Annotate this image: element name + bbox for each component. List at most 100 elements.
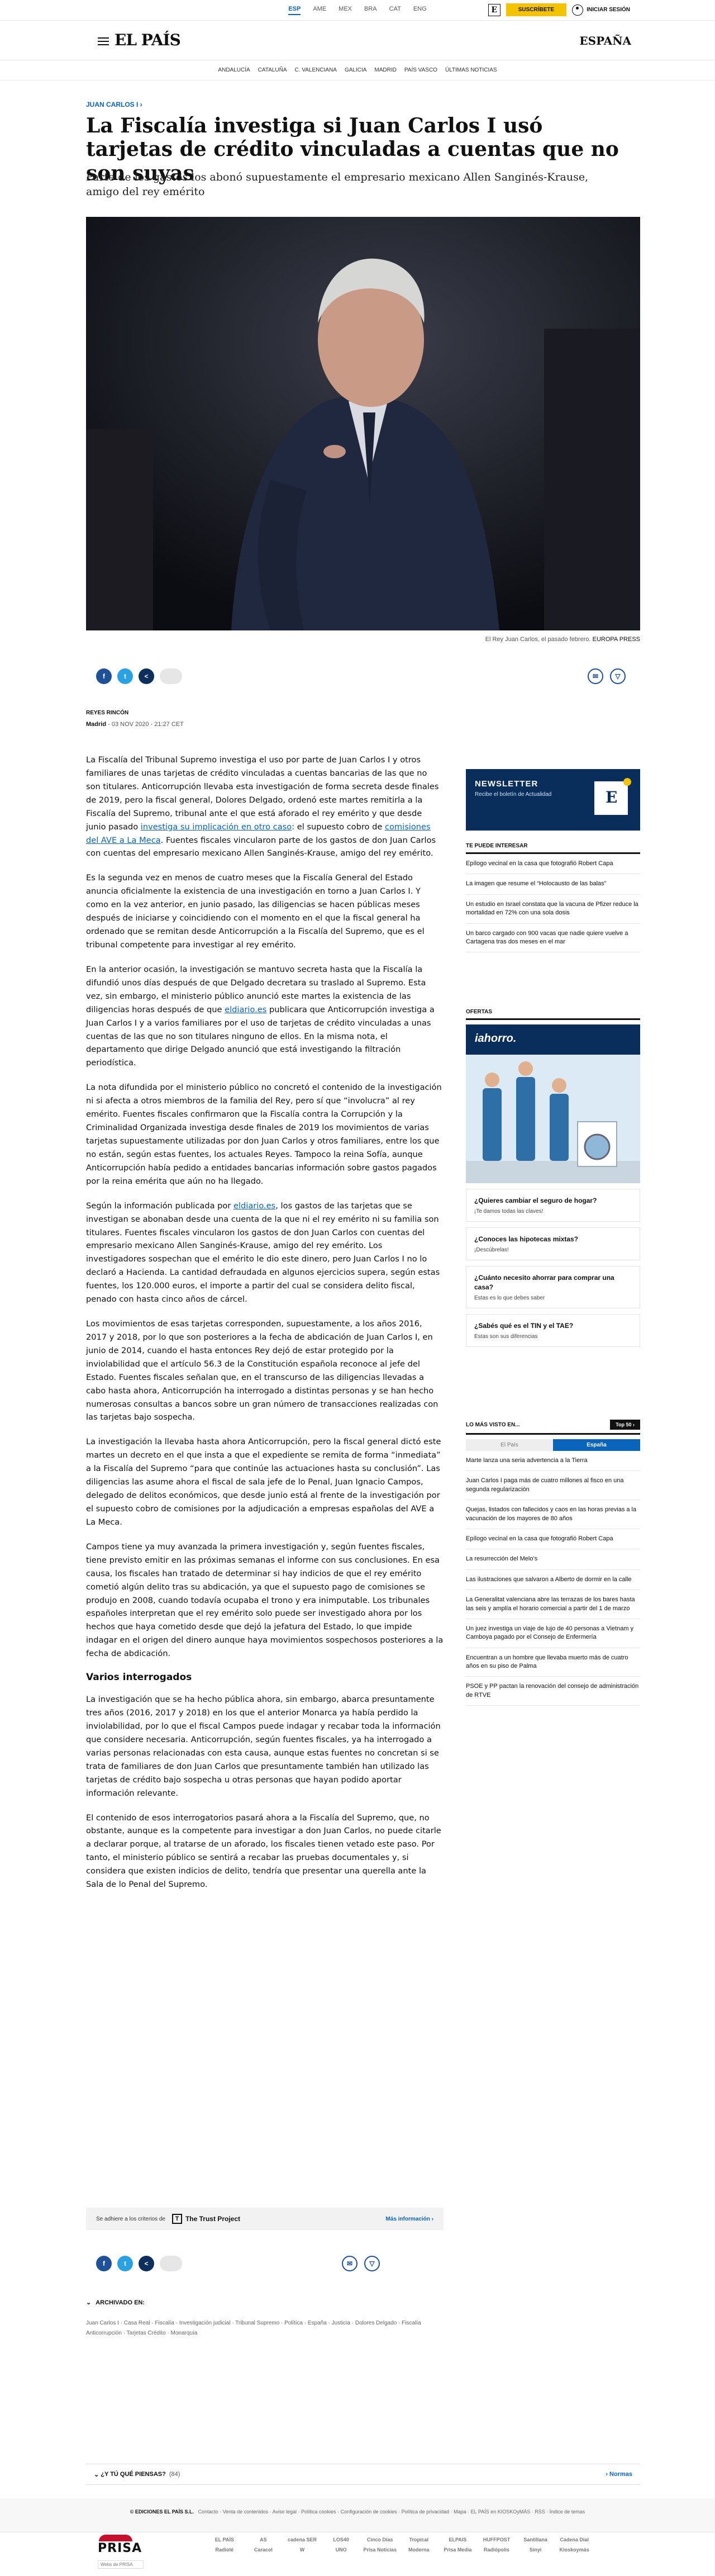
inline-link[interactable]: eldiario.es (225, 1005, 266, 1014)
inline-link[interactable]: investiga su implicación en otro caso (141, 822, 292, 832)
save-icon[interactable]: ▽ (610, 668, 626, 684)
brand-link[interactable]: W (284, 2547, 320, 2553)
region-link[interactable]: MADRID (374, 67, 396, 73)
chevron-down-icon[interactable]: ⌄ (94, 2471, 101, 2478)
footer-company: © EDICIONES EL PAÍS S.L. (130, 2509, 194, 2515)
related-item[interactable]: Un barco cargado con 900 vacas que nadie… (466, 924, 640, 953)
dateline: Madrid - 03 NOV 2020 - 21:27 CET (86, 721, 184, 728)
most-viewed-item[interactable]: Quejas, listados con fallecidos y caos e… (466, 1500, 640, 1529)
brand-link[interactable]: AS (246, 2537, 282, 2542)
chevron-down-icon[interactable]: ⌄ (86, 2299, 91, 2306)
offer-item[interactable]: ¿Cuánto necesito ahorrar para comprar un… (466, 1266, 640, 1308)
twitter-icon[interactable]: t (117, 668, 133, 684)
region-link[interactable]: C. VALENCIANA (295, 67, 337, 73)
e-logo-icon[interactable]: E (488, 3, 500, 16)
related-item[interactable]: Epílogo vecinal en la casa que fotografi… (466, 854, 640, 875)
most-viewed-item[interactable]: Un juez investiga un viaje de lujo de 40… (466, 1619, 640, 1648)
author-name[interactable]: REYES RINCÓN (86, 710, 128, 716)
most-viewed-heading: LO MÁS VISTO EN... (466, 1421, 520, 1428)
facebook-icon[interactable]: f (96, 668, 112, 684)
brand-link[interactable]: Radiolé (207, 2547, 242, 2553)
prisa-logo-icon (99, 2535, 132, 2541)
brand-link[interactable]: LOS40 (323, 2537, 359, 2542)
comments-bar[interactable]: ⌄ ¿Y TÚ QUÉ PIENSAS? (84) › Normas (86, 2464, 640, 2485)
region-link[interactable]: GALICIA (345, 67, 366, 73)
related-heading: TE PUEDE INTERESAR (466, 843, 640, 854)
most-viewed-item[interactable]: Marte lanza una seria advertencia a la T… (466, 1451, 640, 1472)
kicker[interactable]: JUAN CARLOS I › (86, 101, 142, 108)
most-viewed-item[interactable]: Encuentran a un hombre que llevaba muert… (466, 1648, 640, 1677)
edition-esp[interactable]: ESP (288, 6, 301, 15)
brand-link[interactable]: HUFFPOST (479, 2537, 514, 2542)
mail-icon[interactable]: ✉ (342, 2256, 358, 2271)
edition-cat[interactable]: CAT (389, 6, 401, 15)
share-icon[interactable]: < (139, 2256, 154, 2271)
region-link[interactable]: CATALUÑA (258, 67, 287, 73)
masthead: EL PAÍS ESPAÑA (0, 20, 715, 60)
comments-icon[interactable] (160, 2256, 182, 2271)
brand-link[interactable]: Santillana (518, 2537, 554, 2542)
edition-bra[interactable]: BRA (364, 6, 377, 15)
edition-mex[interactable]: MEX (339, 6, 352, 15)
prisa-sites-select[interactable]: Webs de PRISA (98, 2560, 144, 2569)
share-bar-bottom: f t < ✉ ▽ (96, 2252, 632, 2275)
twitter-icon[interactable]: t (117, 2256, 133, 2271)
tab-espana[interactable]: España (553, 1439, 640, 1451)
menu-icon[interactable] (98, 37, 109, 48)
prisa-logo[interactable]: PRISA (98, 2541, 142, 2555)
top50-button[interactable]: Top 50 › (610, 1420, 640, 1430)
trust-project-bar: Se adhiere a los criterios de T The Trust… (86, 2208, 444, 2230)
ahorro-logo[interactable]: iahorro. (466, 1024, 640, 1055)
mail-icon[interactable]: ✉ (588, 668, 603, 684)
brand-link[interactable]: Sinyi (518, 2547, 554, 2553)
most-viewed-item[interactable]: La resurrección del Melo’s (466, 1549, 640, 1570)
brand-link[interactable]: Prisa Media (440, 2547, 476, 2553)
save-icon[interactable]: ▽ (364, 2256, 380, 2271)
brand-link[interactable]: Caracol (246, 2547, 282, 2553)
related-item[interactable]: La imagen que resume el “Holocausto de l… (466, 874, 640, 895)
comments-label: ¿Y TÚ QUÉ PIENSAS? (101, 2471, 166, 2478)
most-viewed-item[interactable]: Epílogo vecinal en la casa que fotografi… (466, 1529, 640, 1550)
edition-ame[interactable]: AME (313, 6, 326, 15)
region-link[interactable]: ÚLTIMAS NOTICIAS (445, 67, 497, 73)
brand-link[interactable]: UNO (323, 2547, 359, 2553)
footer-link-list[interactable]: Contacto · Venta de contenidos · Aviso l… (198, 2509, 585, 2515)
brand-link[interactable]: Tropical (401, 2537, 437, 2542)
edition-eng[interactable]: ENG (413, 6, 427, 15)
brand-link[interactable]: Cinco Días (362, 2537, 398, 2542)
paragraph: En la anterior ocasión, la investigación… (86, 964, 435, 1068)
subscribe-button[interactable]: SUSCRÍBETE (506, 3, 567, 16)
tab-el-pais[interactable]: El País (466, 1439, 553, 1451)
site-logo[interactable]: EL PAÍS (115, 31, 181, 49)
region-link[interactable]: PAÍS VASCO (404, 67, 437, 73)
brand-link[interactable]: cadena SER (284, 2537, 320, 2542)
trust-more-link[interactable]: Más información › (385, 2216, 433, 2222)
brand-link[interactable]: Prisa Noticias (362, 2547, 398, 2553)
offer-item[interactable]: ¿Conoces las hipotecas mixtas? ¡Descúbrel… (466, 1227, 640, 1261)
region-link[interactable]: ANDALUCÍA (218, 67, 250, 73)
most-viewed-item[interactable]: Las ilustraciones que salvaron a Alberto… (466, 1570, 640, 1591)
brand-link[interactable]: EL PAÍS (207, 2537, 242, 2542)
brand-link[interactable]: ELPAIS (440, 2537, 476, 2542)
comments-icon[interactable] (160, 668, 182, 684)
login-button[interactable]: INICIAR SESIÓN (572, 4, 630, 16)
brand-link[interactable]: Moderna (401, 2547, 437, 2553)
brand-link[interactable]: Kioskoymás (556, 2547, 592, 2553)
most-viewed-item[interactable]: La Generalitat valenciana abre las terra… (466, 1590, 640, 1619)
brand-link[interactable]: Radiópolis (479, 2547, 514, 2553)
facebook-icon[interactable]: f (96, 2256, 112, 2271)
share-icon[interactable]: < (139, 668, 154, 684)
most-viewed-item[interactable]: PSOE y PP pactan la renovación del conse… (466, 1677, 640, 1706)
most-viewed-item[interactable]: Juan Carlos I paga más de cuatro millone… (466, 1471, 640, 1501)
related-item[interactable]: Un estudio en Israel constata que la vac… (466, 895, 640, 924)
trust-text: Se adhiere a los criterios de (96, 2216, 165, 2222)
offer-item[interactable]: ¿Quieres cambiar el seguro de hogar? ¡Te … (466, 1189, 640, 1222)
paragraph: Según la información publicada por eldia… (86, 1201, 440, 1304)
archived-tags[interactable]: Juan Carlos I · Casa Real · Fiscalía · I… (86, 2318, 444, 2338)
edition-name[interactable]: ESPAÑA (579, 34, 631, 48)
brand-link[interactable]: Cadena Dial (556, 2537, 592, 2542)
norms-link[interactable]: › Normas (606, 2471, 632, 2478)
newsletter-box[interactable]: NEWSLETTER Recibe el boletín de Actualid… (466, 769, 640, 831)
offer-item[interactable]: ¿Sabés qué es el TIN y el TAE? Estas son … (466, 1313, 640, 1347)
inline-link[interactable]: eldiario.es (233, 1201, 275, 1211)
